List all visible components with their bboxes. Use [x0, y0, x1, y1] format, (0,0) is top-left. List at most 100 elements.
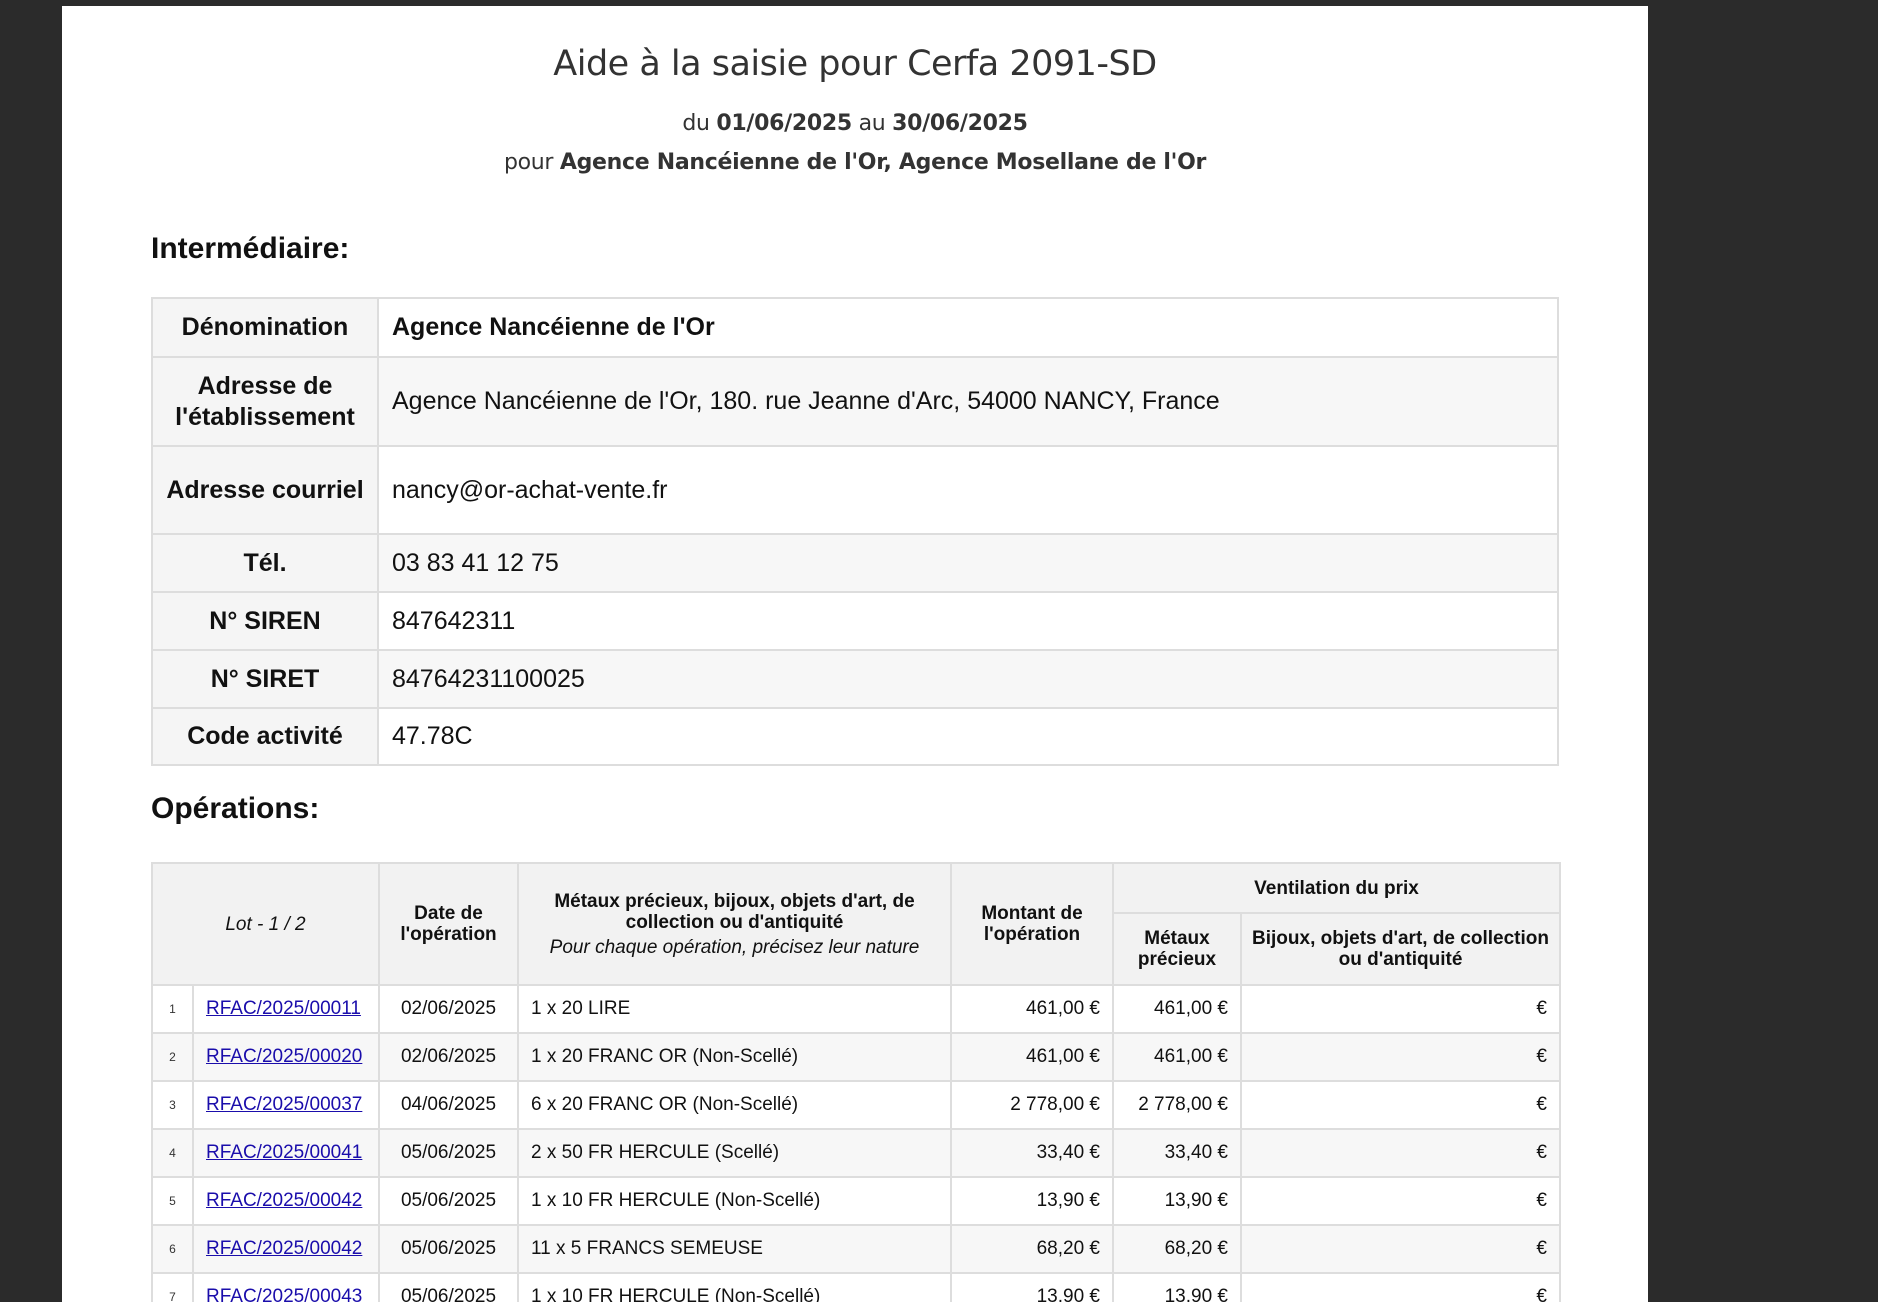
invoice-link[interactable]: RFAC/2025/00041	[206, 1142, 362, 1163]
for-entities: Agence Nancéienne de l'Or, Agence Mosell…	[559, 150, 1207, 175]
row-montant: 68,20 €	[950, 1224, 1114, 1274]
info-value: Agence Nancéienne de l'Or, 180. rue Jean…	[377, 356, 1559, 447]
row-metaux: 33,40 €	[1112, 1128, 1242, 1178]
row-ref-cell: RFAC/2025/00042	[192, 1176, 380, 1226]
row-bijoux: €	[1240, 1224, 1561, 1274]
row-bijoux: €	[1240, 1272, 1561, 1302]
row-montant: 2 778,00 €	[950, 1080, 1114, 1130]
table-row: 7 RFAC/2025/00043 05/06/2025 1 x 10 FR H…	[151, 1272, 1561, 1302]
info-label: N° SIREN	[151, 591, 379, 651]
row-bijoux: €	[1240, 1176, 1561, 1226]
row-ref-cell: RFAC/2025/00011	[192, 984, 380, 1034]
page-title: Aide à la saisie pour Cerfa 2091-SD	[553, 44, 1157, 84]
invoice-link[interactable]: RFAC/2025/00042	[206, 1190, 362, 1211]
operations-table: Lot - 1 / 2 Date de l'opération Métaux p…	[151, 862, 1561, 1302]
row-nature: 11 x 5 FRANCS SEMEUSE	[517, 1224, 952, 1274]
row-nature: 2 x 50 FR HERCULE (Scellé)	[517, 1128, 952, 1178]
row-number: 5	[151, 1176, 194, 1226]
header-lot: Lot - 1 / 2	[151, 862, 380, 986]
info-row-siren: N° SIREN 847642311	[151, 591, 1559, 651]
info-value: Agence Nancéienne de l'Or	[377, 297, 1559, 358]
row-date: 04/06/2025	[378, 1080, 519, 1130]
info-value: 84764231100025	[377, 649, 1559, 709]
info-row-siret: N° SIRET 84764231100025	[151, 649, 1559, 709]
row-ref-cell: RFAC/2025/00020	[192, 1032, 380, 1082]
header-nature-title: Métaux précieux, bijoux, objets d'art, d…	[554, 890, 915, 933]
invoice-link[interactable]: RFAC/2025/00011	[206, 998, 361, 1019]
row-montant: 33,40 €	[950, 1128, 1114, 1178]
invoice-link[interactable]: RFAC/2025/00037	[206, 1094, 362, 1115]
row-bijoux: €	[1240, 1128, 1561, 1178]
row-metaux: 68,20 €	[1112, 1224, 1242, 1274]
intermediaire-heading: Intermédiaire:	[151, 232, 350, 265]
info-label: N° SIRET	[151, 649, 379, 709]
table-row: 4 RFAC/2025/00041 05/06/2025 2 x 50 FR H…	[151, 1128, 1561, 1178]
table-row: 2 RFAC/2025/00020 02/06/2025 1 x 20 FRAN…	[151, 1032, 1561, 1082]
period-line: du 01/06/2025 au 30/06/2025	[62, 111, 1648, 136]
row-montant: 13,90 €	[950, 1176, 1114, 1226]
info-label: Code activité	[151, 707, 379, 766]
info-label: Tél.	[151, 533, 379, 593]
row-number: 4	[151, 1128, 194, 1178]
row-ref-cell: RFAC/2025/00043	[192, 1272, 380, 1302]
document-page: Aide à la saisie pour Cerfa 2091-SD du 0…	[62, 6, 1648, 1302]
info-label: Adresse courriel	[151, 445, 379, 535]
row-ref-cell: RFAC/2025/00042	[192, 1224, 380, 1274]
row-nature: 1 x 10 FR HERCULE (Non-Scellé)	[517, 1272, 952, 1302]
table-row: 3 RFAC/2025/00037 04/06/2025 6 x 20 FRAN…	[151, 1080, 1561, 1130]
row-nature: 1 x 10 FR HERCULE (Non-Scellé)	[517, 1176, 952, 1226]
row-number: 7	[151, 1272, 194, 1302]
row-montant: 461,00 €	[950, 984, 1114, 1034]
info-label: Adresse de l'établissement	[151, 356, 379, 447]
info-row-code-activite: Code activité 47.78C	[151, 707, 1559, 766]
invoice-link[interactable]: RFAC/2025/00043	[206, 1286, 362, 1302]
row-metaux: 13,90 €	[1112, 1176, 1242, 1226]
row-ref-cell: RFAC/2025/00041	[192, 1128, 380, 1178]
row-nature: 1 x 20 LIRE	[517, 984, 952, 1034]
row-number: 2	[151, 1032, 194, 1082]
header-nature-note: Pour chaque opération, précisez leur nat…	[549, 936, 920, 958]
row-bijoux: €	[1240, 1032, 1561, 1082]
header-date: Date de l'opération	[378, 862, 519, 986]
table-row: 6 RFAC/2025/00042 05/06/2025 11 x 5 FRAN…	[151, 1224, 1561, 1274]
info-value: 847642311	[377, 591, 1559, 651]
row-bijoux: €	[1240, 984, 1561, 1034]
intermediaire-table: Dénomination Agence Nancéienne de l'Or A…	[151, 297, 1559, 766]
row-montant: 461,00 €	[950, 1032, 1114, 1082]
row-date: 05/06/2025	[378, 1176, 519, 1226]
info-row-adresse: Adresse de l'établissement Agence Nancéi…	[151, 356, 1559, 447]
header-metaux-precieux: Métaux précieux	[1112, 912, 1242, 986]
entities-line: pour Agence Nancéienne de l'Or, Agence M…	[62, 150, 1648, 175]
row-date: 02/06/2025	[378, 984, 519, 1034]
row-metaux: 461,00 €	[1112, 984, 1242, 1034]
info-row-courriel: Adresse courriel nancy@or-achat-vente.fr	[151, 445, 1559, 535]
period-start: 01/06/2025	[716, 111, 852, 136]
header-montant: Montant de l'opération	[950, 862, 1114, 986]
row-number: 6	[151, 1224, 194, 1274]
info-value: 03 83 41 12 75	[377, 533, 1559, 593]
info-label: Dénomination	[151, 297, 379, 358]
for-prefix: pour	[503, 150, 554, 175]
row-montant: 13,90 €	[950, 1272, 1114, 1302]
invoice-link[interactable]: RFAC/2025/00020	[206, 1046, 362, 1067]
row-metaux: 13,90 €	[1112, 1272, 1242, 1302]
header-nature: Métaux précieux, bijoux, objets d'art, d…	[517, 862, 952, 986]
period-end: 30/06/2025	[892, 111, 1028, 136]
row-date: 02/06/2025	[378, 1032, 519, 1082]
header-ventilation: Ventilation du prix	[1112, 862, 1561, 914]
header-bijoux: Bijoux, objets d'art, de collection ou d…	[1240, 912, 1561, 986]
row-metaux: 461,00 €	[1112, 1032, 1242, 1082]
row-nature: 6 x 20 FRANC OR (Non-Scellé)	[517, 1080, 952, 1130]
row-metaux: 2 778,00 €	[1112, 1080, 1242, 1130]
info-row-denomination: Dénomination Agence Nancéienne de l'Or	[151, 297, 1559, 358]
row-bijoux: €	[1240, 1080, 1561, 1130]
period-mid: au	[858, 111, 886, 136]
info-value: 47.78C	[377, 707, 1559, 766]
invoice-link[interactable]: RFAC/2025/00042	[206, 1238, 362, 1259]
row-number: 1	[151, 984, 194, 1034]
table-row: 5 RFAC/2025/00042 05/06/2025 1 x 10 FR H…	[151, 1176, 1561, 1226]
row-number: 3	[151, 1080, 194, 1130]
info-row-tel: Tél. 03 83 41 12 75	[151, 533, 1559, 593]
info-value: nancy@or-achat-vente.fr	[377, 445, 1559, 535]
period-prefix: du	[682, 111, 710, 136]
